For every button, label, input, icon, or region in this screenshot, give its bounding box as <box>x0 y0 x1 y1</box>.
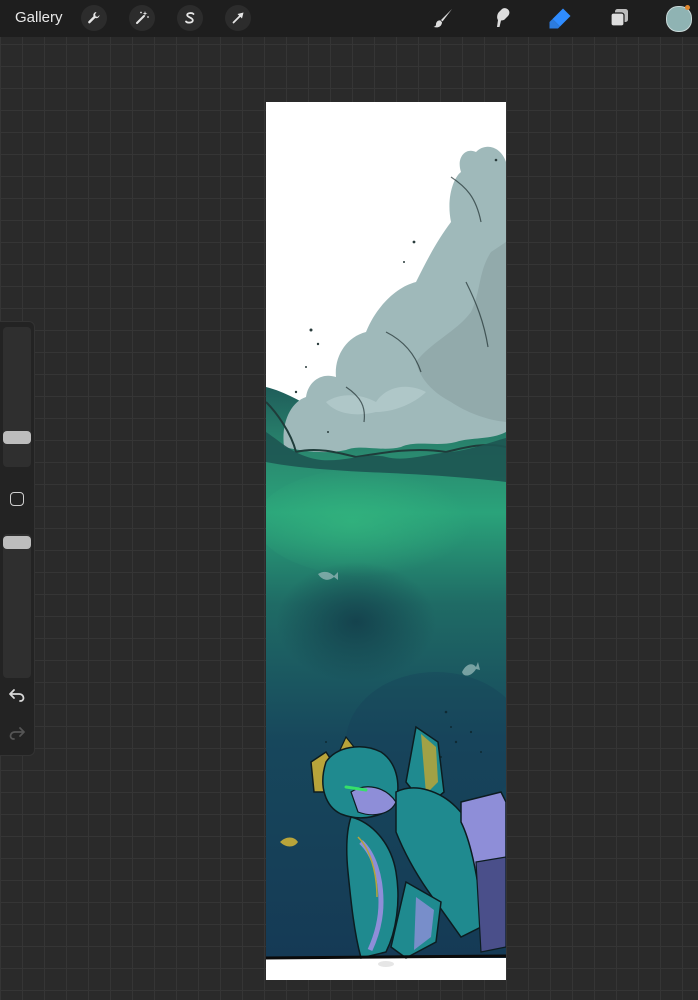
selection-button[interactable] <box>177 5 203 31</box>
smudge-tool-button[interactable] <box>488 4 516 32</box>
opacity-thumb[interactable] <box>3 536 31 549</box>
eraser-icon <box>549 8 571 29</box>
smudge-icon <box>497 8 510 27</box>
actions-button[interactable] <box>81 5 107 31</box>
layers-button[interactable] <box>605 4 633 32</box>
gallery-button[interactable]: Gallery <box>15 9 63 26</box>
undo-icon[interactable] <box>8 687 26 703</box>
transform-arrow-icon <box>232 12 244 24</box>
paint-tool-button[interactable] <box>429 4 457 32</box>
drawing-canvas[interactable] <box>266 102 506 980</box>
top-toolbar: Gallery <box>0 0 698 37</box>
brush-size-slider[interactable] <box>3 327 31 467</box>
transform-button[interactable] <box>225 5 251 31</box>
opacity-slider[interactable] <box>3 534 31 678</box>
artwork <box>266 102 506 980</box>
selection-s-icon <box>185 12 195 24</box>
color-notification-dot <box>685 5 690 10</box>
modify-square-icon[interactable] <box>10 492 24 506</box>
wrench-icon <box>88 12 100 24</box>
eraser-tool-button[interactable] <box>546 4 574 32</box>
magic-wand-icon <box>136 11 149 24</box>
brush-size-thumb[interactable] <box>3 431 31 444</box>
brush-icon <box>433 9 452 28</box>
layers-icon <box>610 9 628 27</box>
left-sidebar <box>0 321 35 756</box>
redo-icon[interactable] <box>8 725 26 741</box>
adjustments-button[interactable] <box>129 5 155 31</box>
